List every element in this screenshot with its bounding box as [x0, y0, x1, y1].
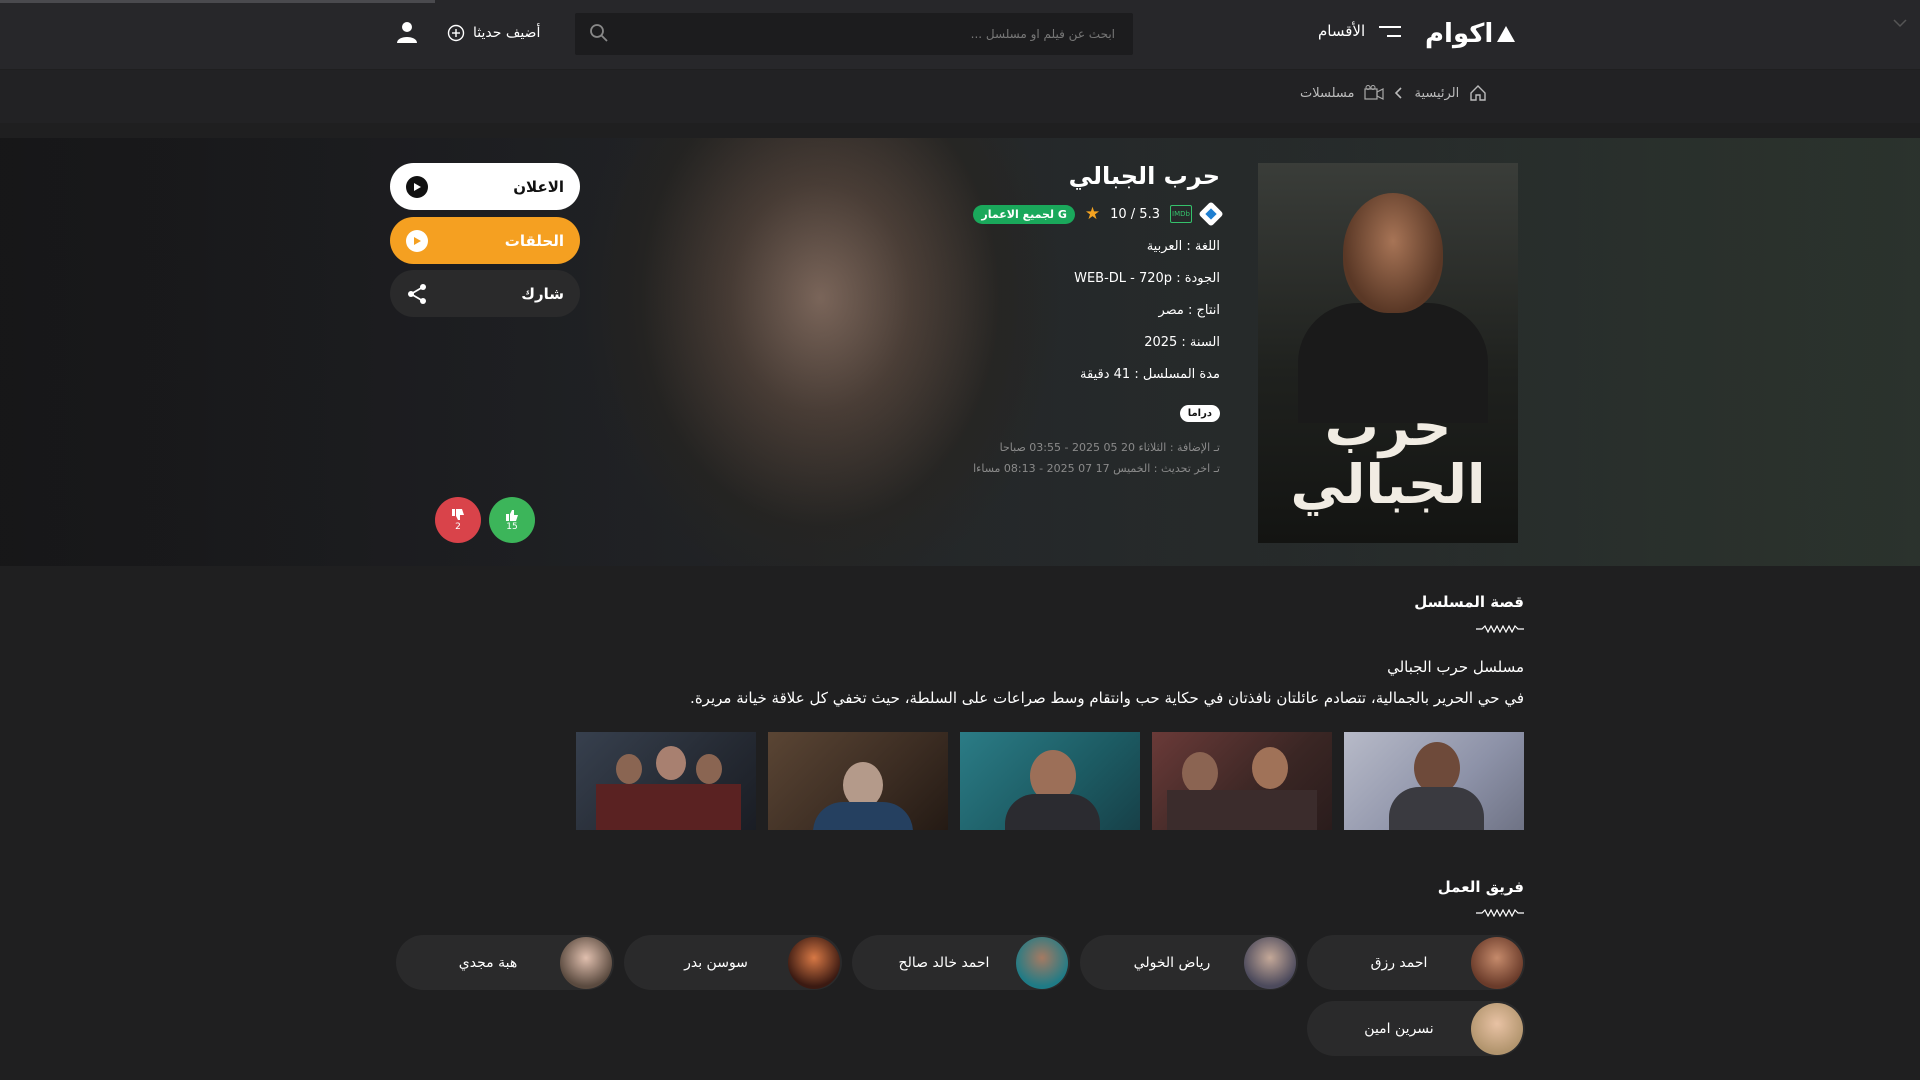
cast-name: نسرين امين	[1364, 1020, 1434, 1037]
cast-member[interactable]: سوسن بدر	[624, 935, 842, 990]
play-icon	[406, 229, 428, 252]
cast-member[interactable]: احمد خالد صالح	[852, 935, 1070, 990]
rating-value: 10 / 5.3	[1110, 206, 1160, 222]
star-icon: ★	[1084, 204, 1101, 224]
breadcrumb: مسلسلات الرئيسية	[1300, 84, 1487, 102]
screenshot-thumbnail[interactable]	[1344, 732, 1524, 830]
thumbs-up-icon	[506, 510, 518, 521]
cast-name: سوسن بدر	[684, 954, 748, 971]
thumbs-down-icon	[452, 509, 464, 520]
categories-menu-button[interactable]: الأقسام	[1318, 22, 1402, 40]
search-input[interactable]	[625, 13, 1115, 55]
screenshot-thumbnail[interactable]	[768, 732, 948, 830]
cast-name: رياض الخولي	[1133, 954, 1211, 971]
genre-tag[interactable]: دراما	[1179, 405, 1220, 422]
user-icon[interactable]	[394, 19, 420, 45]
play-icon	[406, 175, 428, 198]
recently-added-label: أضيف حديثا	[473, 25, 541, 41]
logo-text: اكوام	[1425, 19, 1494, 49]
cast-name: هبة مجدي	[458, 954, 518, 971]
dislike-button[interactable]: 2	[435, 497, 481, 543]
like-count: 15	[506, 522, 518, 532]
breadcrumb-section[interactable]: مسلسلات	[1300, 86, 1354, 101]
breadcrumb-home[interactable]: الرئيسية	[1414, 86, 1459, 101]
heading-divider	[1476, 625, 1524, 633]
home-icon[interactable]	[1469, 84, 1487, 102]
story-synopsis: في حي الحرير بالجمالية، تتصادم عائلتان ن…	[690, 689, 1524, 707]
imdb-icon[interactable]: IMDb	[1170, 205, 1192, 223]
kodi-icon[interactable]	[1198, 201, 1224, 227]
like-button[interactable]: 15	[489, 497, 535, 543]
hero-overlay	[0, 138, 1920, 566]
series-language: اللغة : العربية	[1146, 239, 1220, 254]
plus-circle-icon	[447, 24, 465, 42]
avatar	[1471, 936, 1523, 989]
cast-member[interactable]: نسرين امين	[1307, 1001, 1525, 1056]
date-added: تـ الإضافة : الثلاثاء 20 05 2025 - 03:55…	[999, 441, 1220, 454]
recently-added-link[interactable]: أضيف حديثا	[447, 24, 540, 42]
avatar	[560, 936, 612, 989]
cast-heading: فريق العمل	[1437, 878, 1524, 896]
series-year: السنة : 2025	[1144, 335, 1220, 350]
film-camera-icon	[1364, 85, 1385, 100]
series-title: حرب الجبالي	[1068, 162, 1220, 190]
age-rating-badge: G لجميع الاعمار	[973, 204, 1075, 224]
trailer-label: الاعلان	[513, 177, 564, 196]
share-label: شارك	[521, 284, 564, 303]
trailer-button[interactable]: الاعلان	[390, 163, 580, 210]
chevron-left-icon	[1395, 87, 1403, 99]
poster-title: حرب الجبالي	[1290, 395, 1486, 516]
site-logo[interactable]: اكوام	[1425, 19, 1516, 49]
cast-name: احمد رزق	[1370, 954, 1428, 971]
poster-figure-head	[1343, 193, 1443, 313]
episodes-button[interactable]: الحلقات	[390, 217, 580, 264]
hero-backdrop	[0, 138, 1920, 566]
avatar	[1471, 1002, 1523, 1055]
avatar	[788, 936, 840, 989]
share-icon	[408, 283, 426, 304]
cast-member[interactable]: هبة مجدي	[396, 935, 614, 990]
cast-member[interactable]: احمد رزق	[1307, 935, 1525, 990]
chevron-down-icon[interactable]	[1892, 18, 1908, 28]
series-production: انتاج : مصر	[1158, 303, 1220, 318]
loading-progress-bar	[0, 0, 435, 3]
heading-divider	[1476, 909, 1524, 917]
share-button[interactable]: شارك	[390, 270, 580, 317]
categories-menu-label: الأقسام	[1318, 22, 1366, 40]
series-duration: مدة المسلسل : 41 دقيقة	[1080, 367, 1220, 382]
story-line-title: مسلسل حرب الجبالي	[1387, 658, 1524, 676]
logo-triangle-icon	[1497, 26, 1516, 42]
cast-name: احمد خالد صالح	[898, 954, 990, 971]
date-updated: تـ اخر تحديث : الخميس 17 07 2025 - 08:13…	[973, 462, 1220, 475]
screenshot-thumbnail[interactable]	[576, 732, 756, 830]
story-heading: قصة المسلسل	[1414, 593, 1524, 611]
series-meta-row: IMDb 10 / 5.3 ★ G لجميع الاعمار	[973, 201, 1224, 227]
breadcrumb-bar	[0, 70, 1920, 123]
cast-member[interactable]: رياض الخولي	[1080, 935, 1298, 990]
avatar	[1016, 936, 1068, 989]
screenshot-thumbnail[interactable]	[960, 732, 1140, 830]
hamburger-icon	[1379, 24, 1402, 38]
series-quality: الجودة : WEB-DL - 720p	[1074, 271, 1220, 286]
search-icon[interactable]	[589, 23, 609, 43]
series-poster: حرب الجبالي	[1258, 163, 1518, 543]
search-box	[575, 13, 1133, 55]
dislike-count: 2	[455, 522, 461, 532]
avatar	[1244, 936, 1296, 989]
screenshot-thumbnail[interactable]	[1152, 732, 1332, 830]
episodes-label: الحلقات	[504, 231, 564, 250]
